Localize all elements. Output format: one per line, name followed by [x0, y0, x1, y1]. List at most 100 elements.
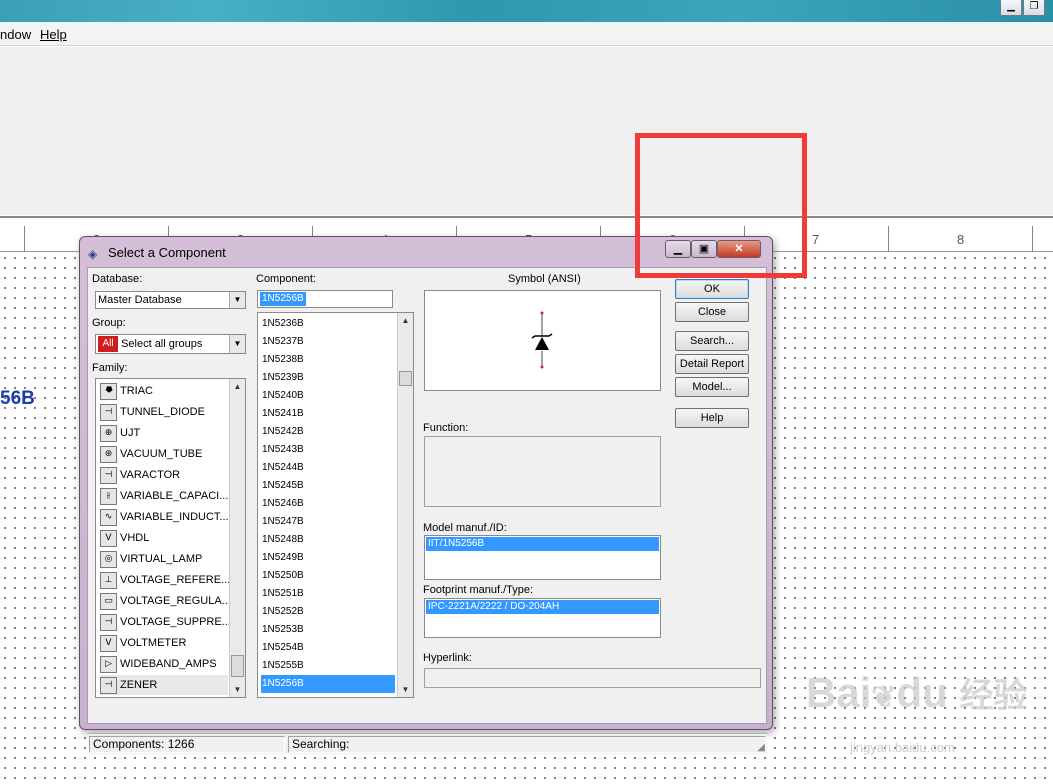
family-item-label: VOLTAGE_SUPPRE... [120, 616, 231, 628]
window-controls: ▁ ❐ [1000, 0, 1045, 16]
family-item-label: ZENER [120, 679, 158, 691]
component-item[interactable]: 1N5256B [261, 675, 395, 693]
close-button[interactable]: Close [675, 302, 749, 322]
dialog-title: Select a Component [108, 245, 226, 260]
voltage-regulator-icon: ▭ [100, 593, 117, 610]
scroll-up-icon[interactable]: ▲ [398, 313, 413, 328]
component-item[interactable]: 1N5242B [261, 423, 395, 441]
family-item[interactable]: V VHDL [100, 528, 228, 548]
family-item-label: VOLTAGE_REGULA... [120, 595, 231, 607]
dialog-minimize-icon[interactable]: ▁ [665, 240, 691, 258]
search-status: Searching: [288, 736, 766, 753]
family-item[interactable]: ⊣ VOLTAGE_SUPPRE... [100, 612, 231, 632]
scroll-down-icon[interactable]: ▼ [398, 682, 413, 697]
footprint-row[interactable]: IPC-2221A/2222 / DO-204AH [426, 600, 659, 614]
component-item[interactable]: 1N5249B [261, 549, 395, 567]
family-item[interactable]: ▷ WIDEBAND_AMPS [100, 654, 228, 674]
footprint-list[interactable]: IPC-2221A/2222 / DO-204AH [424, 598, 661, 638]
component-item[interactable]: 1N5241B [261, 405, 395, 423]
family-item[interactable]: ⊕ UJT [100, 423, 228, 443]
minimize-icon[interactable]: ▁ [1000, 0, 1022, 16]
part-label: 56B [0, 388, 35, 409]
watermark-cn: 经验 [959, 677, 1028, 715]
database-select-value: Master Database [98, 294, 182, 306]
component-item[interactable]: 1N5238B [261, 351, 395, 369]
scroll-up-icon[interactable]: ▲ [230, 379, 245, 394]
search-button[interactable]: Search... [675, 331, 749, 351]
component-item[interactable]: 1N5255B [261, 657, 395, 675]
group-select-value: Select all groups [121, 338, 203, 350]
model-row[interactable]: IIT/1N5256B [426, 537, 659, 551]
ok-button[interactable]: OK [675, 279, 749, 299]
component-item[interactable]: 1N5247B [261, 513, 395, 531]
component-item[interactable]: 1N5237B [261, 333, 395, 351]
family-item[interactable]: ⊥ VOLTAGE_REFERE... [100, 570, 230, 590]
family-item[interactable]: ⫲ VARIABLE_CAPACI... [100, 486, 228, 506]
menu-window[interactable]: ndow [0, 27, 31, 42]
database-label: Database: [92, 273, 143, 285]
family-label: Family: [92, 362, 128, 374]
component-item[interactable]: 1N5246B [261, 495, 395, 513]
family-item[interactable]: ⯂ TRIAC [100, 381, 228, 401]
component-label: Component: [256, 273, 316, 285]
family-scrollbar[interactable]: ▲ ▼ [229, 379, 245, 697]
family-item[interactable]: ◎ VIRTUAL_LAMP [100, 549, 228, 569]
component-scrollbar[interactable]: ▲ ▼ [397, 313, 413, 697]
family-item[interactable]: ▭ VOLTAGE_REGULA... [100, 591, 231, 611]
paw-icon: ❦ [871, 681, 897, 714]
resize-grip-icon[interactable]: ◢ [757, 742, 765, 753]
footprint-label: Footprint manuf./Type: [423, 584, 534, 596]
model-list[interactable]: IIT/1N5256B [424, 535, 661, 580]
component-count: Components: 1266 [89, 736, 285, 753]
chevron-down-icon[interactable]: ▼ [229, 292, 245, 308]
component-item[interactable]: 1N5254B [261, 639, 395, 657]
dialog-close-icon[interactable]: ✕ [717, 240, 761, 258]
component-item[interactable]: 1N5240B [261, 387, 395, 405]
component-input-value: 1N5256B [260, 292, 306, 306]
scroll-thumb[interactable] [231, 655, 244, 677]
scroll-thumb[interactable] [399, 371, 412, 386]
all-groups-icon: All [98, 336, 118, 352]
component-search-input[interactable]: 1N5256B [257, 290, 393, 308]
component-item[interactable]: 1N5253B [261, 621, 395, 639]
family-item[interactable]: V VOLTMETER [100, 633, 228, 653]
function-field [424, 436, 661, 507]
ujt-icon: ⊕ [100, 425, 117, 442]
family-list[interactable]: ⊣ ZENER ▷ WIDEBAND_AMPS V VOLTMETER ⊣ VOLTAGE_S… [95, 378, 246, 698]
family-item-label: VACUUM_TUBE [120, 448, 203, 460]
tunnel-diode-icon: ⊣ [100, 404, 117, 421]
component-item[interactable]: 1N5251B [261, 585, 395, 603]
help-button[interactable]: Help [675, 408, 749, 428]
chevron-down-icon[interactable]: ▼ [229, 335, 245, 353]
family-item[interactable]: ⊣ ZENER [100, 675, 228, 695]
ruler-tick [24, 226, 25, 252]
family-item[interactable]: ⊣ VARACTOR [100, 465, 228, 485]
toolbar-area [0, 47, 1053, 215]
component-list[interactable]: 1N5256B 1N5255B 1N5254B 1N5253B 1N5252B 1N525… [257, 312, 414, 698]
component-item[interactable]: 1N5248B [261, 531, 395, 549]
restore-icon[interactable]: ❐ [1023, 0, 1045, 16]
component-item[interactable]: 1N5236B [261, 315, 395, 333]
wideband-amps-icon: ▷ [100, 656, 117, 673]
detail-report-button[interactable]: Detail Report [675, 354, 749, 374]
hyperlink-field[interactable] [424, 668, 761, 688]
group-select[interactable]: All Select all groups ▼ [95, 334, 246, 354]
family-item[interactable]: ⊛ VACUUM_TUBE [100, 444, 228, 464]
group-label: Group: [92, 317, 126, 329]
component-item[interactable]: 1N5252B [261, 603, 395, 621]
menu-help[interactable]: Help [40, 27, 67, 42]
component-item[interactable]: 1N5250B [261, 567, 395, 585]
scroll-down-icon[interactable]: ▼ [230, 682, 245, 697]
family-item-label: UJT [120, 427, 141, 439]
dialog-maximize-icon[interactable]: ▣ [691, 240, 717, 258]
family-item[interactable]: ⊣ TUNNEL_DIODE [100, 402, 228, 422]
component-item[interactable]: 1N5245B [261, 477, 395, 495]
component-item[interactable]: 1N5243B [261, 441, 395, 459]
zener-diode-icon [531, 311, 553, 369]
family-item[interactable]: ∿ VARIABLE_INDUCT... [100, 507, 229, 527]
component-item[interactable]: 1N5239B [261, 369, 395, 387]
model-button[interactable]: Model... [675, 377, 749, 397]
database-select[interactable]: Master Database ▼ [95, 291, 246, 309]
watermark-brand: Bai [806, 669, 872, 716]
component-item[interactable]: 1N5244B [261, 459, 395, 477]
